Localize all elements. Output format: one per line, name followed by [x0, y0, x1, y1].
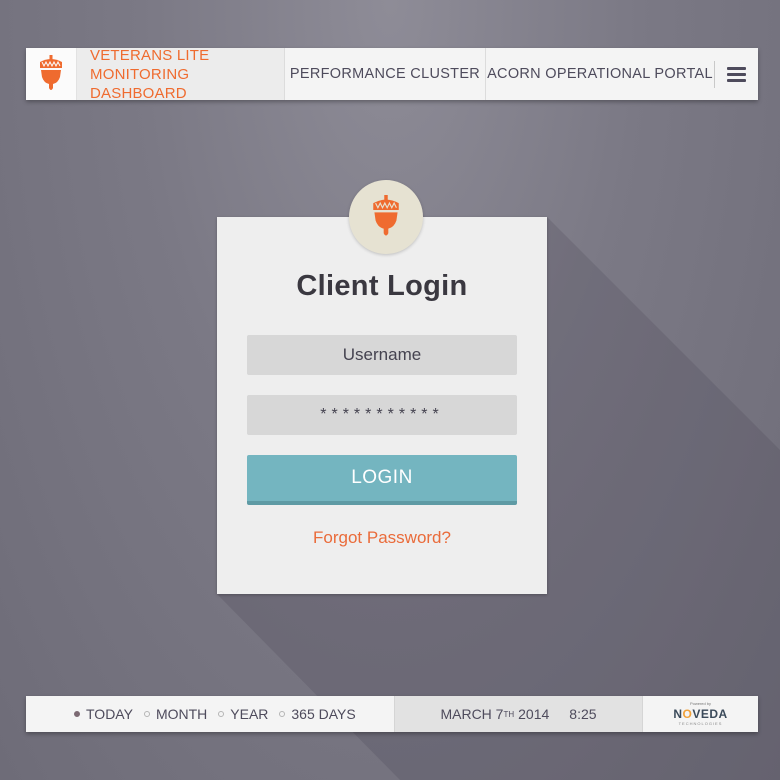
- brand-title[interactable]: VETERANS LITE MONITORING DASHBOARD: [76, 46, 284, 102]
- forgot-password-link[interactable]: Forgot Password?: [217, 528, 547, 548]
- noveda-logo: Powered by NOVEDA TECHNOLOGIES: [643, 696, 758, 732]
- brand-title-line2: MONITORING DASHBOARD: [90, 65, 190, 102]
- username-input[interactable]: [247, 335, 517, 375]
- radio-dot-icon: [218, 711, 225, 717]
- login-button[interactable]: LOGIN: [247, 455, 517, 505]
- technologies-text: TECHNOLOGIES: [678, 721, 723, 726]
- hamburger-menu-icon: [726, 66, 746, 82]
- date-month-day: MARCH 7: [440, 706, 504, 722]
- noveda-wordmark: NOVEDA: [673, 707, 728, 721]
- radio-dot-icon: [143, 711, 150, 717]
- password-input[interactable]: [247, 395, 517, 435]
- period-label: MONTH: [155, 706, 208, 722]
- date-year: 2014: [518, 706, 550, 722]
- brand-title-line1: VETERANS LITE: [90, 46, 210, 64]
- login-title: Client Login: [296, 270, 468, 302]
- period-selector: TODAY MONTH YEAR 365 DAYS: [26, 696, 394, 732]
- powered-by-text: Powered by: [689, 701, 712, 706]
- period-label: YEAR: [230, 706, 269, 722]
- date-time-display: MARCH 7 TH 2014 8:25: [394, 696, 643, 732]
- date-suffix: TH: [503, 709, 515, 719]
- acorn-icon: [40, 55, 62, 90]
- acorn-icon: [373, 195, 399, 236]
- radio-dot-icon: [74, 711, 80, 717]
- top-navigation-bar: VETERANS LITE MONITORING DASHBOARD PERFO…: [26, 46, 758, 102]
- period-month[interactable]: MONTH: [143, 706, 208, 722]
- period-365-days[interactable]: 365 DAYS: [279, 706, 356, 722]
- menu-button[interactable]: [714, 48, 758, 100]
- login-avatar: [349, 180, 423, 254]
- nav-performance-cluster[interactable]: PERFORMANCE CLUSTER: [284, 48, 485, 100]
- period-label: TODAY: [86, 706, 133, 722]
- nav-acorn-operational-portal[interactable]: ACORN OPERATIONAL PORTAL: [485, 48, 714, 100]
- footer-bar: TODAY MONTH YEAR 365 DAYS MARCH 7 TH 201…: [26, 696, 758, 732]
- radio-dot-icon: [279, 711, 286, 717]
- clock-time: 8:25: [569, 706, 597, 722]
- period-year[interactable]: YEAR: [218, 706, 268, 722]
- period-today[interactable]: TODAY: [74, 706, 133, 722]
- period-label: 365 DAYS: [291, 706, 356, 722]
- brand-logo[interactable]: [26, 48, 76, 100]
